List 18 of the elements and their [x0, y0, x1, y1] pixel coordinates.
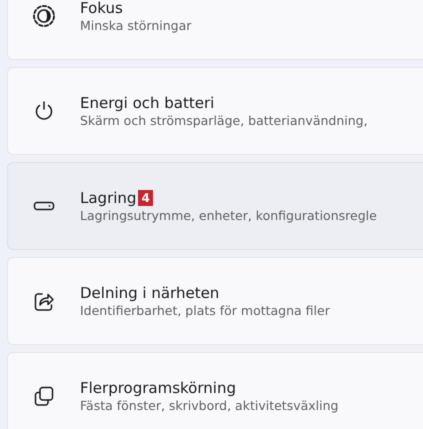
setting-description: Minska störningar [80, 18, 192, 33]
setting-description: Skärm och strömsparläge, batterianvändning, [80, 113, 368, 128]
setting-description: Fästa fönster, skrivbord, aktivitetsväxling [80, 398, 338, 413]
setting-title: Fokus [80, 0, 123, 17]
settings-card[interactable]: Lagring 4 Lagringsutrymme, enheter, konfigurationsregle [7, 162, 423, 250]
setting-description: Identifierbarhet, plats för mottagna filer [80, 303, 330, 318]
settings-card[interactable]: Energi och batteri Skärm och strömsparläge, batterianvändning, [7, 67, 423, 155]
setting-title: Lagring [80, 189, 136, 207]
setting-title: Energi och batteri [80, 94, 214, 112]
focus-icon [32, 4, 56, 28]
windows-icon [32, 384, 56, 408]
setting-title: Flerprogramskörning [80, 379, 236, 397]
settings-card[interactable]: Flerprogramskörning Fästa fönster, skrivbord, aktivitetsväxling [7, 352, 423, 429]
setting-title: Delning i närheten [80, 284, 220, 302]
setting-description: Lagringsutrymme, enheter, konfigurationsregle [80, 208, 377, 223]
settings-card[interactable]: Fokus Minska störningar [7, 0, 423, 60]
settings-card[interactable]: Delning i närheten Identifierbarhet, plats för mottagna filer [7, 257, 423, 345]
step-badge: 4 [138, 190, 153, 206]
